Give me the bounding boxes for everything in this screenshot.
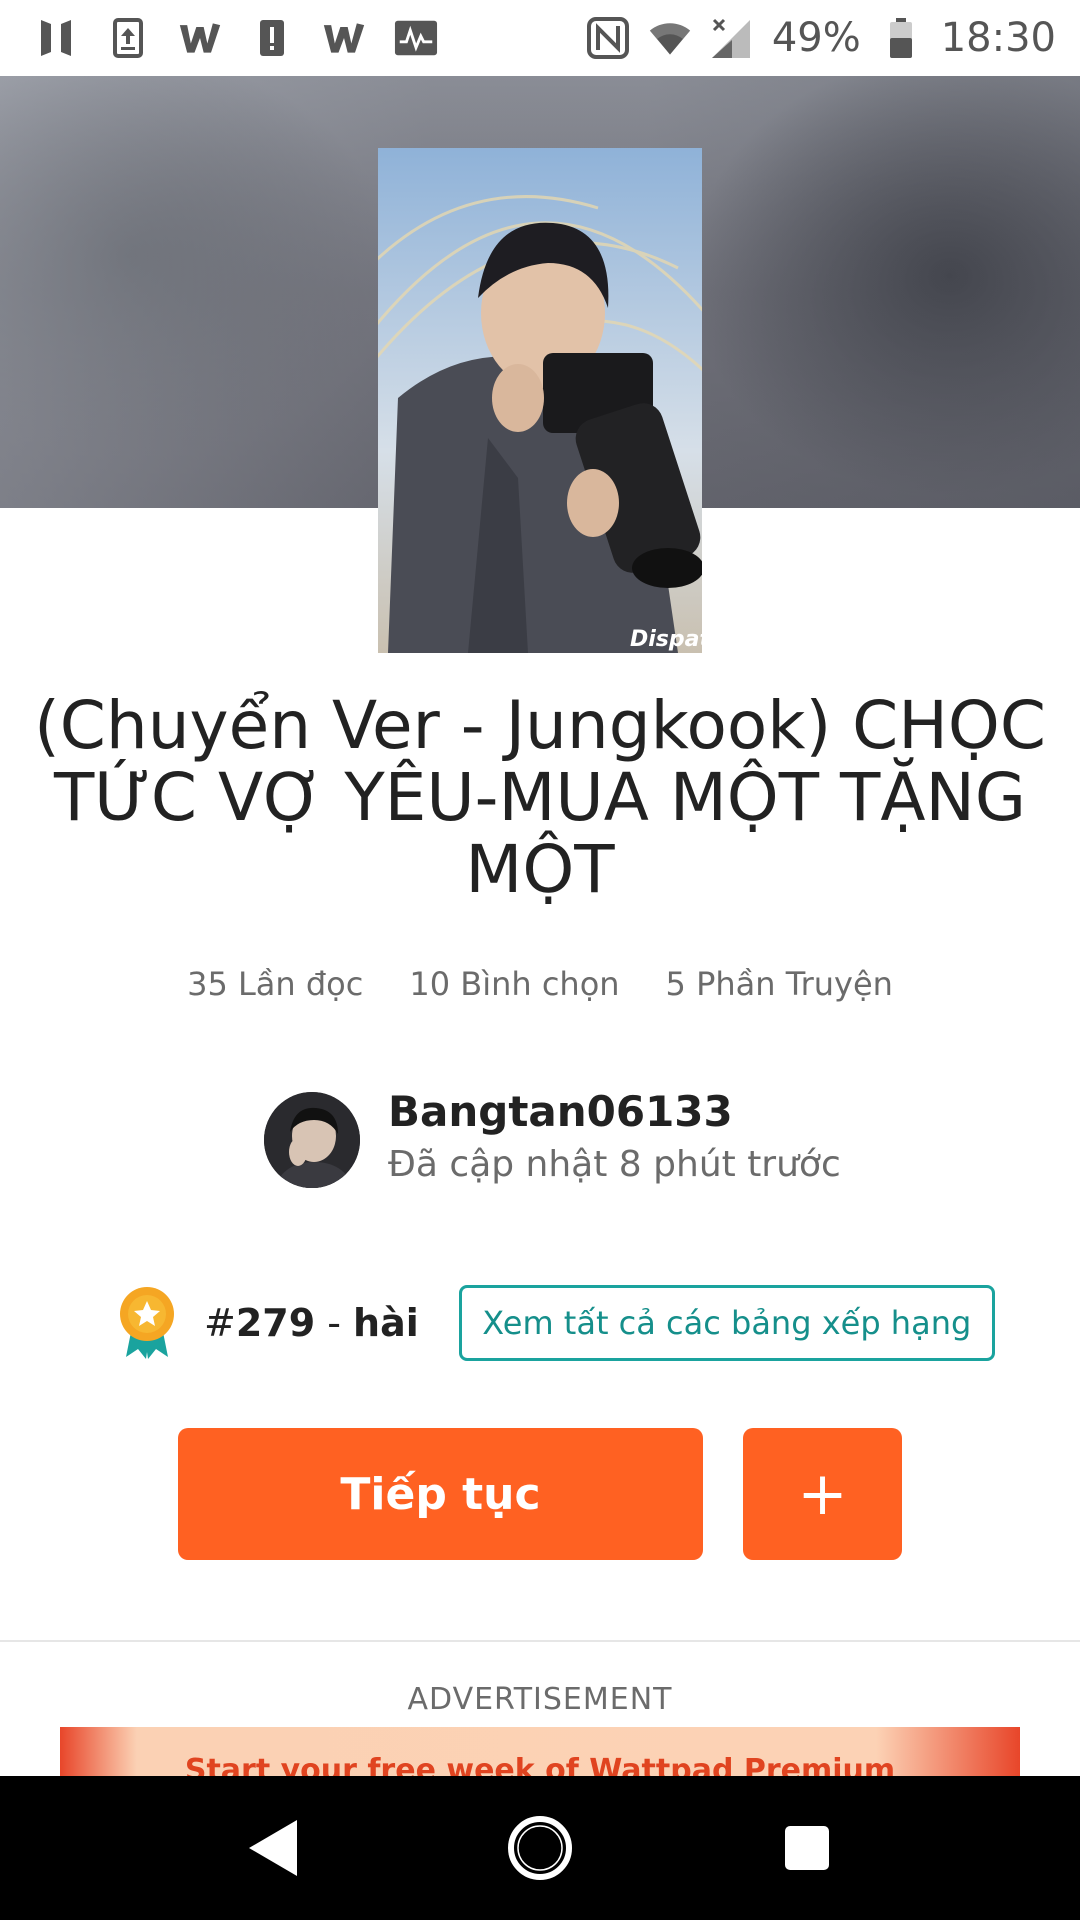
nfc-icon <box>586 16 630 60</box>
ranking-text: #279 - hài <box>204 1301 419 1345</box>
cover-watermark: Dispat <box>630 627 702 652</box>
battery-icon <box>879 16 923 60</box>
parts-count: 5 Phần Truyện <box>665 965 893 1003</box>
alert-icon <box>250 16 294 60</box>
author-info[interactable]: Bangtan06133 Đã cập nhật 8 phút trước <box>264 1087 841 1193</box>
wattpad-icon <box>178 16 222 60</box>
ranking-badge-icon <box>118 1287 176 1359</box>
add-to-library-button[interactable]: + <box>743 1428 902 1560</box>
system-nav-bar <box>0 1776 1080 1920</box>
divider <box>0 1640 1080 1642</box>
back-icon[interactable] <box>228 1803 318 1893</box>
view-all-rankings-button[interactable]: Xem tất cả các bảng xếp hạng <box>458 1285 995 1361</box>
reads-count: 35 Lần đọc <box>187 965 364 1003</box>
story-title: (Chuyển Ver - Jungkook) CHỌC TỨC VỢ YÊU-… <box>34 687 1046 908</box>
story-stats: 35 Lần đọc 10 Bình chọn 5 Phần Truyện <box>0 965 1080 1003</box>
battery-percent: 49% <box>771 15 861 61</box>
clock: 18:30 <box>940 15 1056 61</box>
system-status: 49% 18:30 <box>586 15 1056 61</box>
activity-icon <box>394 16 438 60</box>
status-bar: 49% 18:30 <box>0 0 1080 76</box>
ranking-row: #279 - hài Xem tất cả các bảng xếp hạng <box>118 1283 995 1363</box>
story-cover[interactable]: Dispat <box>378 148 702 653</box>
notification-icons <box>34 16 438 60</box>
ad-banner-text: Start your free week of Wattpad Premium <box>184 1753 896 1776</box>
author-name[interactable]: Bangtan06133 <box>388 1087 841 1137</box>
advertisement-label: ADVERTISEMENT <box>407 1682 673 1717</box>
upload-icon <box>106 16 150 60</box>
avatar[interactable] <box>264 1092 360 1188</box>
last-updated: Đã cập nhật 8 phút trước <box>388 1144 841 1185</box>
bts-logo-icon <box>34 16 78 60</box>
wattpad-icon <box>322 16 366 60</box>
votes-count: 10 Bình chọn <box>409 965 620 1003</box>
recents-icon[interactable] <box>762 1803 852 1893</box>
continue-reading-button[interactable]: Tiếp tục <box>178 1428 703 1560</box>
home-icon[interactable] <box>495 1803 585 1893</box>
signal-icon <box>710 16 754 60</box>
ad-banner[interactable]: Start your free week of Wattpad Premium <box>60 1727 1020 1776</box>
wifi-icon <box>648 16 692 60</box>
